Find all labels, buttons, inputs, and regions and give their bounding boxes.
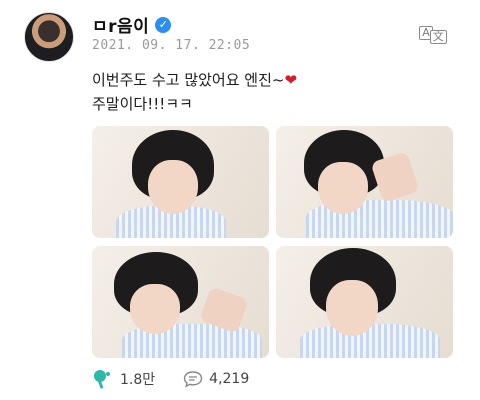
post-line-2: 주말이다!!!ㅋㅋ: [92, 95, 193, 113]
translate-button[interactable]: A文: [418, 22, 448, 44]
heart-emoji-icon: ❤: [284, 71, 298, 89]
comment-button[interactable]: 4,219: [183, 370, 249, 388]
verified-badge-icon: ✓: [155, 16, 172, 33]
avatar[interactable]: [24, 12, 74, 62]
cheer-button[interactable]: 1.8만: [92, 368, 155, 390]
comment-count: 4,219: [209, 371, 250, 387]
photo-4[interactable]: [276, 246, 453, 358]
post-actions: 1.8만 4,219: [92, 368, 277, 390]
cheer-count: 1.8만: [120, 372, 156, 388]
post-body: 이번주도 수고 많았어요 엔진~❤ 주말이다!!!ㅋㅋ: [92, 68, 297, 116]
author-row: ㅁr음이 ✓: [92, 12, 172, 37]
author-name[interactable]: ㅁr음이: [92, 12, 149, 37]
comment-icon: [183, 371, 203, 388]
photo-2[interactable]: [276, 126, 453, 238]
photo-3[interactable]: [92, 246, 269, 358]
post-line-1: 이번주도 수고 많았어요 엔진~: [92, 71, 285, 89]
post-timestamp: 2021. 09. 17. 22:05: [92, 38, 251, 53]
photo-1[interactable]: [92, 126, 269, 238]
cheer-icon: [94, 370, 110, 389]
